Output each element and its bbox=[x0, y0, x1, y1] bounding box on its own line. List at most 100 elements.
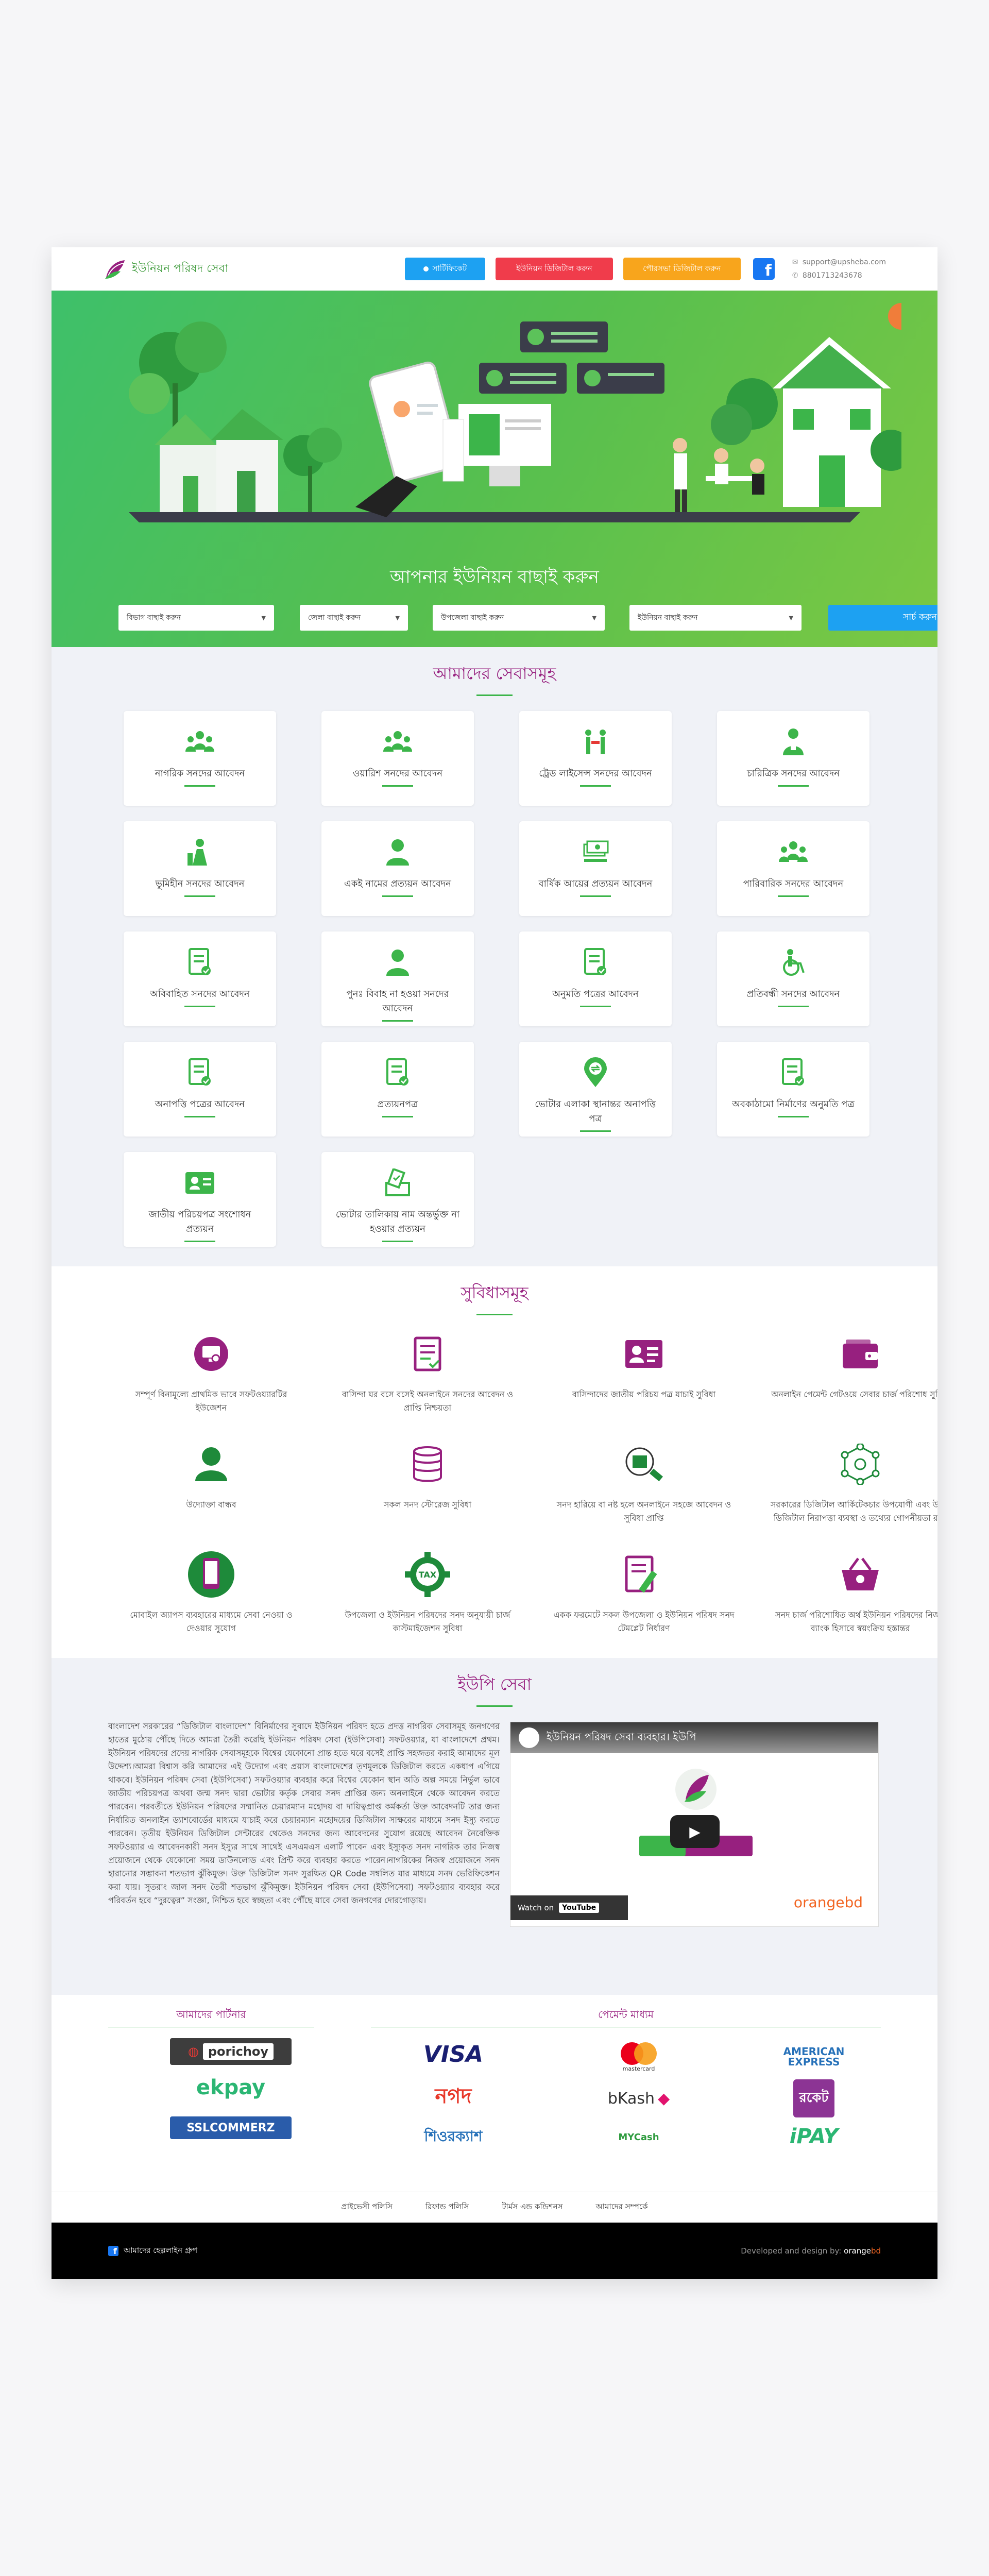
service-underline bbox=[184, 895, 215, 897]
porichoy-logo[interactable]: ◍ porichoy bbox=[170, 2038, 292, 2065]
chevron-down-icon: ▼ bbox=[261, 614, 266, 621]
service-underline bbox=[184, 1006, 215, 1007]
facebook-icon[interactable]: f bbox=[753, 258, 775, 280]
bkash-logo[interactable]: bKash ◆ bbox=[592, 2086, 685, 2111]
service-card[interactable]: ভোটার এলাকা স্থানান্তর অনাপত্তি পত্র bbox=[519, 1042, 672, 1137]
user-icon bbox=[187, 1440, 235, 1488]
orangebd-link[interactable]: orangebd bbox=[844, 2246, 881, 2256]
hero-banner: আপনার ইউনিয়ন বাছাই করুন বিভাগ বাছাই করু… bbox=[52, 291, 937, 647]
service-label: পুনঃ বিবাহ না হওয়া সনদের আবেদন bbox=[346, 989, 449, 1014]
service-label: অবকাঠামো নির্মাণের অনুমতি পত্র bbox=[732, 1099, 855, 1110]
certificate-button[interactable]: সার্টিফিকেট bbox=[404, 258, 485, 280]
facebook-icon: f bbox=[108, 2246, 118, 2256]
contact-info: ✉ support@upsheba.com ✆ 8801713243678 bbox=[792, 256, 886, 282]
feature-text: সম্পূর্ণ বিনামূল্যে প্রাথমিক ভাবে সফটওয়… bbox=[135, 1389, 287, 1413]
about-us-link[interactable]: আমাদের সম্পর্কে bbox=[596, 2201, 648, 2214]
service-underline bbox=[778, 1116, 809, 1117]
service-card[interactable]: বার্ষিক আয়ের প্রত্যয়ন আবেদন bbox=[519, 821, 672, 916]
service-label: পারিবারিক সনদের আবেদন bbox=[743, 878, 844, 889]
service-label: জাতীয় পরিচয়পত্র সংশোধন প্রত্যয়ন bbox=[148, 1209, 251, 1234]
bkash-bird-icon: ◆ bbox=[658, 2089, 670, 2108]
service-card[interactable]: পুনঃ বিবাহ না হওয়া সনদের আবেদন bbox=[321, 931, 474, 1026]
sslcommerz-logo[interactable]: SSLCOMMERZ bbox=[170, 2116, 292, 2139]
ekpay-logo[interactable]: ekpay bbox=[170, 2072, 292, 2103]
service-label: নাগরিক সনদের আবেদন bbox=[155, 768, 245, 779]
watch-on-youtube[interactable]: Watch on YouTube bbox=[510, 1895, 628, 1920]
service-card[interactable]: একই নামের প্রত্যয়ন আবেদন bbox=[321, 821, 474, 916]
service-card[interactable]: পারিবারিক সনদের আবেদন bbox=[717, 821, 869, 916]
mobile-app-icon bbox=[187, 1551, 235, 1598]
hero-illustration bbox=[129, 303, 901, 522]
play-button[interactable]: ▶ bbox=[670, 1815, 720, 1848]
privacy-policy-link[interactable]: প্রাইভেসী পলিসি bbox=[342, 2201, 393, 2214]
svg-text:TAX: TAX bbox=[419, 1570, 437, 1580]
contact-phone[interactable]: 8801713243678 bbox=[803, 272, 862, 280]
service-label: ওয়ারিশ সনদের আবেদন bbox=[353, 768, 442, 779]
service-card[interactable]: অনুমতি পত্রের আবেদন bbox=[519, 931, 672, 1026]
feature-text: উপজেলা ও ইউনিয়ন পরিষদের সনদ অনুযায়ী চা… bbox=[345, 1610, 510, 1633]
service-card[interactable]: চারিত্রিক সনদের আবেদন bbox=[717, 711, 869, 806]
person-icon bbox=[382, 947, 413, 978]
feature-item: সম্পূর্ণ বিনামূল্যে প্রাথমিক ভাবে সফটওয়… bbox=[118, 1330, 304, 1415]
pourashava-digital-button[interactable]: পৌরসভা ডিজিটাল করুন bbox=[623, 258, 741, 280]
district-select[interactable]: জেলা বাছাই করুন ▼ bbox=[300, 605, 408, 631]
feature-item: বাসিন্দা ঘর বসে বসেই অনলাইনে সনদের আবেদন… bbox=[335, 1330, 520, 1415]
visa-logo[interactable]: VISA bbox=[407, 2041, 500, 2067]
feature-item: উদ্যোক্তা বান্ধব bbox=[118, 1440, 304, 1525]
chevron-down-icon: ▼ bbox=[592, 614, 596, 621]
service-card[interactable]: অনাপত্তি পত্রের আবেদন bbox=[124, 1042, 276, 1137]
site-header: ইউনিয়ন পরিষদ সেবা সার্টিফিকেট ইউনিয়ন ড… bbox=[52, 247, 937, 291]
service-card[interactable]: অবকাঠামো নির্মাণের অনুমতি পত্র bbox=[717, 1042, 869, 1137]
mastercard-logo[interactable]: mastercard bbox=[592, 2038, 685, 2072]
service-card[interactable]: অবিবাহিত সনদের আবেদন bbox=[124, 931, 276, 1026]
landless-person-icon bbox=[184, 837, 215, 868]
service-label: প্রতিবন্ধী সনদের আবেদন bbox=[746, 989, 840, 999]
service-card[interactable]: প্রত্যয়নপত্র bbox=[321, 1042, 474, 1137]
leaf-logo-icon bbox=[103, 257, 127, 281]
service-label: প্রত্যয়নপত্র bbox=[377, 1099, 418, 1110]
footer-bar: f আমাদের হেল্পলাইন গ্রুপ Developed and d… bbox=[52, 2223, 937, 2279]
nagad-logo[interactable]: নগদ bbox=[407, 2082, 500, 2111]
feature-item: বাসিন্দাদের জাতীয় পরিচয় পত্র যাচাই সুব… bbox=[551, 1330, 737, 1415]
family-icon bbox=[778, 837, 809, 868]
channel-avatar[interactable] bbox=[519, 1727, 539, 1748]
division-select[interactable]: বিভাগ বাছাই করুন ▼ bbox=[118, 605, 274, 631]
facebook-group-link[interactable]: f আমাদের হেল্পলাইন গ্রুপ bbox=[108, 2245, 197, 2258]
service-card[interactable]: ভূমিহীন সনদের আবেদন bbox=[124, 821, 276, 916]
search-button[interactable]: সার্চ করুন bbox=[828, 605, 937, 631]
refund-policy-link[interactable]: রিফান্ড পলিসি bbox=[425, 2201, 469, 2214]
service-card[interactable]: প্রতিবন্ধী সনদের আবেদন bbox=[717, 931, 869, 1026]
surecash-logo[interactable]: শিওরক্যাশ bbox=[407, 2127, 500, 2147]
voter-list-icon bbox=[382, 1167, 413, 1198]
union-digital-button[interactable]: ইউনিয়ন ডিজিটাল করুন bbox=[495, 258, 613, 280]
terms-link[interactable]: টার্মস এন্ড কন্ডিশনস bbox=[502, 2201, 562, 2214]
feature-text: সকল সনদ স্টোরেজ সুবিধা bbox=[383, 1500, 472, 1510]
youtube-logo-icon: YouTube bbox=[559, 1903, 600, 1913]
features-section: সুবিধাসমূহ সম্পূর্ণ বিনামূল্যে প্রাথমিক … bbox=[52, 1266, 937, 1658]
service-card[interactable]: জাতীয় পরিচয়পত্র সংশোধন প্রত্যয়ন bbox=[124, 1152, 276, 1247]
mycash-logo[interactable]: MYCash bbox=[598, 2122, 680, 2153]
service-underline bbox=[382, 1020, 413, 1022]
service-card[interactable]: নাগরিক সনদের আবেদন bbox=[124, 711, 276, 806]
service-card[interactable]: ওয়ারিশ সনদের আবেদন bbox=[321, 711, 474, 806]
upseba-section: ইউপি সেবা বাংলাদেশ সরকারের “ডিজিটাল বাংল… bbox=[52, 1658, 937, 1995]
service-card[interactable]: ভোটার তালিকায় নাম অন্তর্ভুক্ত না হওয়ার… bbox=[321, 1152, 474, 1247]
service-card[interactable]: ট্রেড লাইসেন্স সনদের আবেদন bbox=[519, 711, 672, 806]
document-check-icon bbox=[184, 947, 215, 978]
upazila-select[interactable]: উপজেলা বাছাই করুন ▼ bbox=[433, 605, 605, 631]
contact-email[interactable]: support@upsheba.com bbox=[803, 258, 886, 266]
video-player[interactable]: ইউনিয়ন পরিষদ সেবা ব্যবহার। ইউপি ▶ Watch… bbox=[510, 1722, 879, 1927]
phone-icon: ✆ bbox=[792, 272, 798, 280]
service-label: ভোটার এলাকা স্থানান্তর অনাপত্তি পত্র bbox=[535, 1099, 656, 1124]
email-icon: ✉ bbox=[792, 258, 798, 266]
video-title[interactable]: ইউনিয়ন পরিষদ সেবা ব্যবহার। ইউপি bbox=[547, 1730, 696, 1747]
database-icon bbox=[404, 1440, 451, 1488]
document-edit-icon bbox=[620, 1551, 668, 1598]
ipay-logo[interactable]: iPAY bbox=[773, 2124, 855, 2149]
document-check-icon bbox=[580, 947, 611, 978]
union-select[interactable]: ইউনিয়ন বাছাই করুন ▼ bbox=[629, 605, 802, 631]
rocket-logo[interactable]: রকেট bbox=[793, 2079, 834, 2117]
amex-logo[interactable]: AMERICAN EXPRESS bbox=[768, 2046, 860, 2067]
site-logo[interactable]: ইউনিয়ন পরিষদ সেবা bbox=[103, 257, 228, 281]
service-label: ভোটার তালিকায় নাম অন্তর্ভুক্ত না হওয়ার… bbox=[335, 1209, 460, 1234]
